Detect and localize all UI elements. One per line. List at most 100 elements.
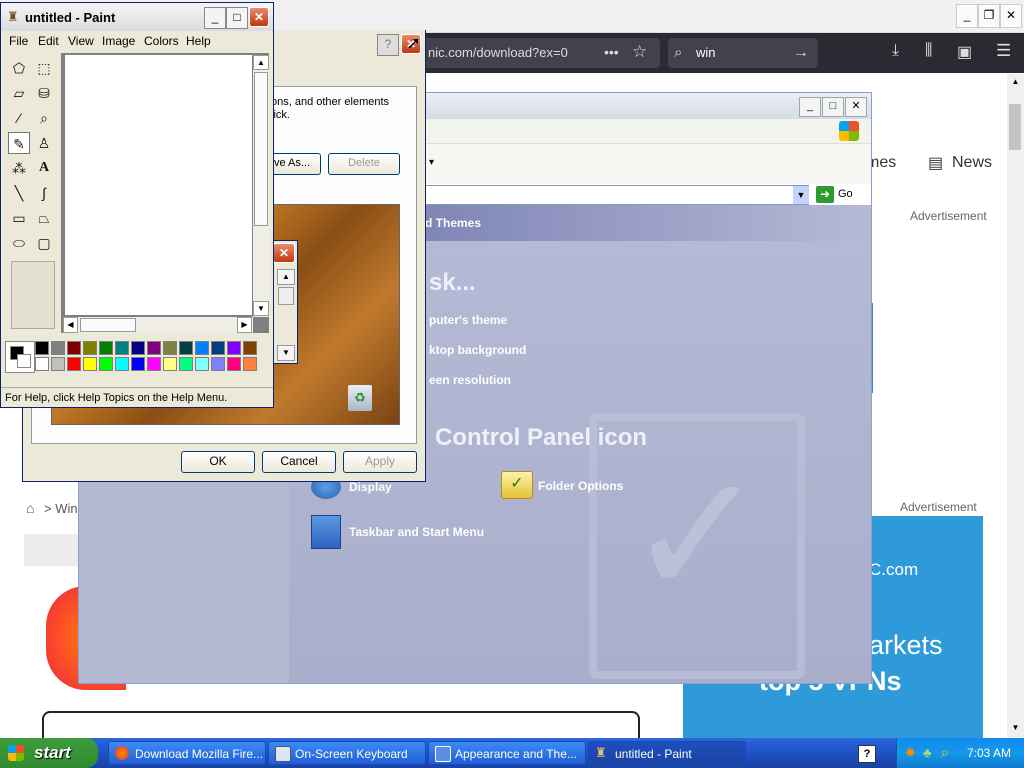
library-icon[interactable]: ⫼ xyxy=(925,42,932,60)
url-bar[interactable]: nic.com/download?ex=0 xyxy=(420,38,660,68)
taskbar-start-menu-link[interactable]: Taskbar and Start Menu xyxy=(349,525,484,539)
osk-scroll-down[interactable]: ▼ xyxy=(277,345,295,361)
menu-colors[interactable]: Colors xyxy=(144,34,179,48)
palette-swatch[interactable] xyxy=(115,341,129,355)
palette-swatch[interactable] xyxy=(211,341,225,355)
palette-swatch[interactable] xyxy=(243,357,257,371)
canvas-scroll-hthumb[interactable] xyxy=(80,318,136,332)
rect-select-tool[interactable]: ⬚ xyxy=(33,57,55,79)
palette-swatch[interactable] xyxy=(227,357,241,371)
palette-swatch[interactable] xyxy=(163,357,177,371)
task-appearance-themes[interactable]: Appearance and The... xyxy=(428,741,586,765)
help-tray-icon[interactable]: ? xyxy=(858,745,876,763)
palette-swatch[interactable] xyxy=(51,341,65,355)
scrollbar-thumb[interactable] xyxy=(1009,104,1021,150)
osk-scroll-thumb[interactable] xyxy=(278,287,294,305)
menu-edit[interactable]: Edit xyxy=(38,34,59,48)
cp-maximize-button[interactable]: □ xyxy=(822,97,844,117)
polygon-tool[interactable]: ⏢ xyxy=(33,207,55,229)
breadcrumb-item[interactable]: Win xyxy=(55,501,77,516)
palette-swatch[interactable] xyxy=(131,341,145,355)
palette-swatch[interactable] xyxy=(195,357,209,371)
brush-tool[interactable]: ♙ xyxy=(33,132,55,154)
palette-swatch[interactable] xyxy=(51,357,65,371)
drawing-canvas[interactable] xyxy=(65,55,252,315)
canvas-scroll-down[interactable]: ▼ xyxy=(253,301,269,316)
task-link-theme[interactable]: puter's theme xyxy=(429,313,507,327)
menu-help[interactable]: Help xyxy=(186,34,211,48)
background-color[interactable] xyxy=(17,354,31,368)
palette-swatch[interactable] xyxy=(67,357,81,371)
pencil-tool[interactable]: ✎ xyxy=(8,132,30,154)
palette-swatch[interactable] xyxy=(147,357,161,371)
cancel-button[interactable]: Cancel xyxy=(262,451,336,473)
task-link-resolution[interactable]: een resolution xyxy=(429,373,511,387)
menu-view[interactable]: View xyxy=(68,34,94,48)
tray-icon-security[interactable]: ✸ xyxy=(905,745,916,761)
task-onscreen-keyboard[interactable]: On-Screen Keyboard xyxy=(268,741,426,765)
canvas-scroll-right[interactable]: ▶ xyxy=(237,317,252,333)
text-tool[interactable]: A xyxy=(33,157,55,179)
eraser-tool[interactable]: ▱ xyxy=(8,82,30,104)
palette-swatch[interactable] xyxy=(131,357,145,371)
folder-options-link[interactable]: Folder Options xyxy=(538,479,623,493)
palette-swatch[interactable] xyxy=(195,341,209,355)
palette-swatch[interactable] xyxy=(179,341,193,355)
go-button[interactable]: Go xyxy=(838,188,853,200)
palette-swatch[interactable] xyxy=(227,341,241,355)
search-go-icon[interactable]: → xyxy=(793,38,809,68)
delete-button[interactable]: Delete xyxy=(328,153,400,175)
tray-icon-network[interactable]: ♣ xyxy=(923,745,932,760)
start-button[interactable]: start xyxy=(0,738,98,768)
nav-item-news[interactable]: News xyxy=(952,154,992,172)
display-link[interactable]: Display xyxy=(349,480,392,494)
current-colors[interactable] xyxy=(5,341,35,373)
menu-file[interactable]: File xyxy=(9,34,28,48)
ok-button[interactable]: OK xyxy=(181,451,255,473)
palette-swatch[interactable] xyxy=(35,357,49,371)
palette-swatch[interactable] xyxy=(99,357,113,371)
sidebar-icon[interactable]: ▣ xyxy=(957,42,972,62)
scrollbar-up[interactable]: ▲ xyxy=(1008,74,1023,90)
paint-maximize-button[interactable]: □ xyxy=(226,7,248,29)
apply-button[interactable]: Apply xyxy=(343,451,417,473)
go-arrow-icon[interactable]: ➜ xyxy=(816,186,834,203)
free-select-tool[interactable]: ⬠ xyxy=(8,57,30,79)
fill-tool[interactable]: ⛁ xyxy=(33,82,55,104)
task-firefox[interactable]: Download Mozilla Fire... xyxy=(108,741,266,765)
palette-swatch[interactable] xyxy=(163,341,177,355)
toolbar-dropdown-arrow[interactable]: ▾ xyxy=(429,157,434,168)
folder-options-icon[interactable]: ✓ xyxy=(501,471,533,499)
cp-minimize-button[interactable]: _ xyxy=(799,97,821,117)
menu-image[interactable]: Image xyxy=(102,34,135,48)
rectangle-tool[interactable]: ▭ xyxy=(8,207,30,229)
line-tool[interactable]: ╲ xyxy=(8,182,30,204)
palette-swatch[interactable] xyxy=(83,357,97,371)
breadcrumb[interactable]: > Win xyxy=(44,501,78,516)
scrollbar-down[interactable]: ▼ xyxy=(1008,720,1023,736)
browser-minimize-button[interactable]: _ xyxy=(956,4,978,28)
paint-minimize-button[interactable]: _ xyxy=(204,7,226,29)
ellipse-tool[interactable]: ⬭ xyxy=(8,232,30,254)
address-dropdown-button[interactable]: ▼ xyxy=(793,186,809,204)
color-picker-tool[interactable]: ⁄ xyxy=(8,107,30,129)
palette-swatch[interactable] xyxy=(179,357,193,371)
canvas-vscrollbar[interactable]: ▲ ▼ xyxy=(253,55,269,317)
canvas-scroll-up[interactable]: ▲ xyxy=(253,55,269,70)
browser-restore-button[interactable]: ❐ xyxy=(978,4,1000,28)
canvas-scroll-left[interactable]: ◀ xyxy=(63,317,78,333)
osk-scroll-up[interactable]: ▲ xyxy=(277,269,295,285)
palette-swatch[interactable] xyxy=(83,341,97,355)
magnifier-tool[interactable]: ⌕ xyxy=(33,107,55,129)
help-button[interactable]: ? xyxy=(377,34,399,56)
palette-swatch[interactable] xyxy=(115,357,129,371)
bookmark-star-icon[interactable]: ☆ xyxy=(632,42,647,62)
osk-close-button[interactable]: ✕ xyxy=(273,243,295,263)
tool-options-box[interactable] xyxy=(11,261,55,329)
page-actions-icon[interactable]: ••• xyxy=(604,44,619,60)
canvas-hscrollbar[interactable]: ◀ ▶ xyxy=(63,317,253,333)
cp-close-button[interactable]: ✕ xyxy=(845,97,867,117)
palette-swatch[interactable] xyxy=(147,341,161,355)
tray-icon-search[interactable]: ⌕ xyxy=(941,744,949,761)
palette-swatch[interactable] xyxy=(99,341,113,355)
